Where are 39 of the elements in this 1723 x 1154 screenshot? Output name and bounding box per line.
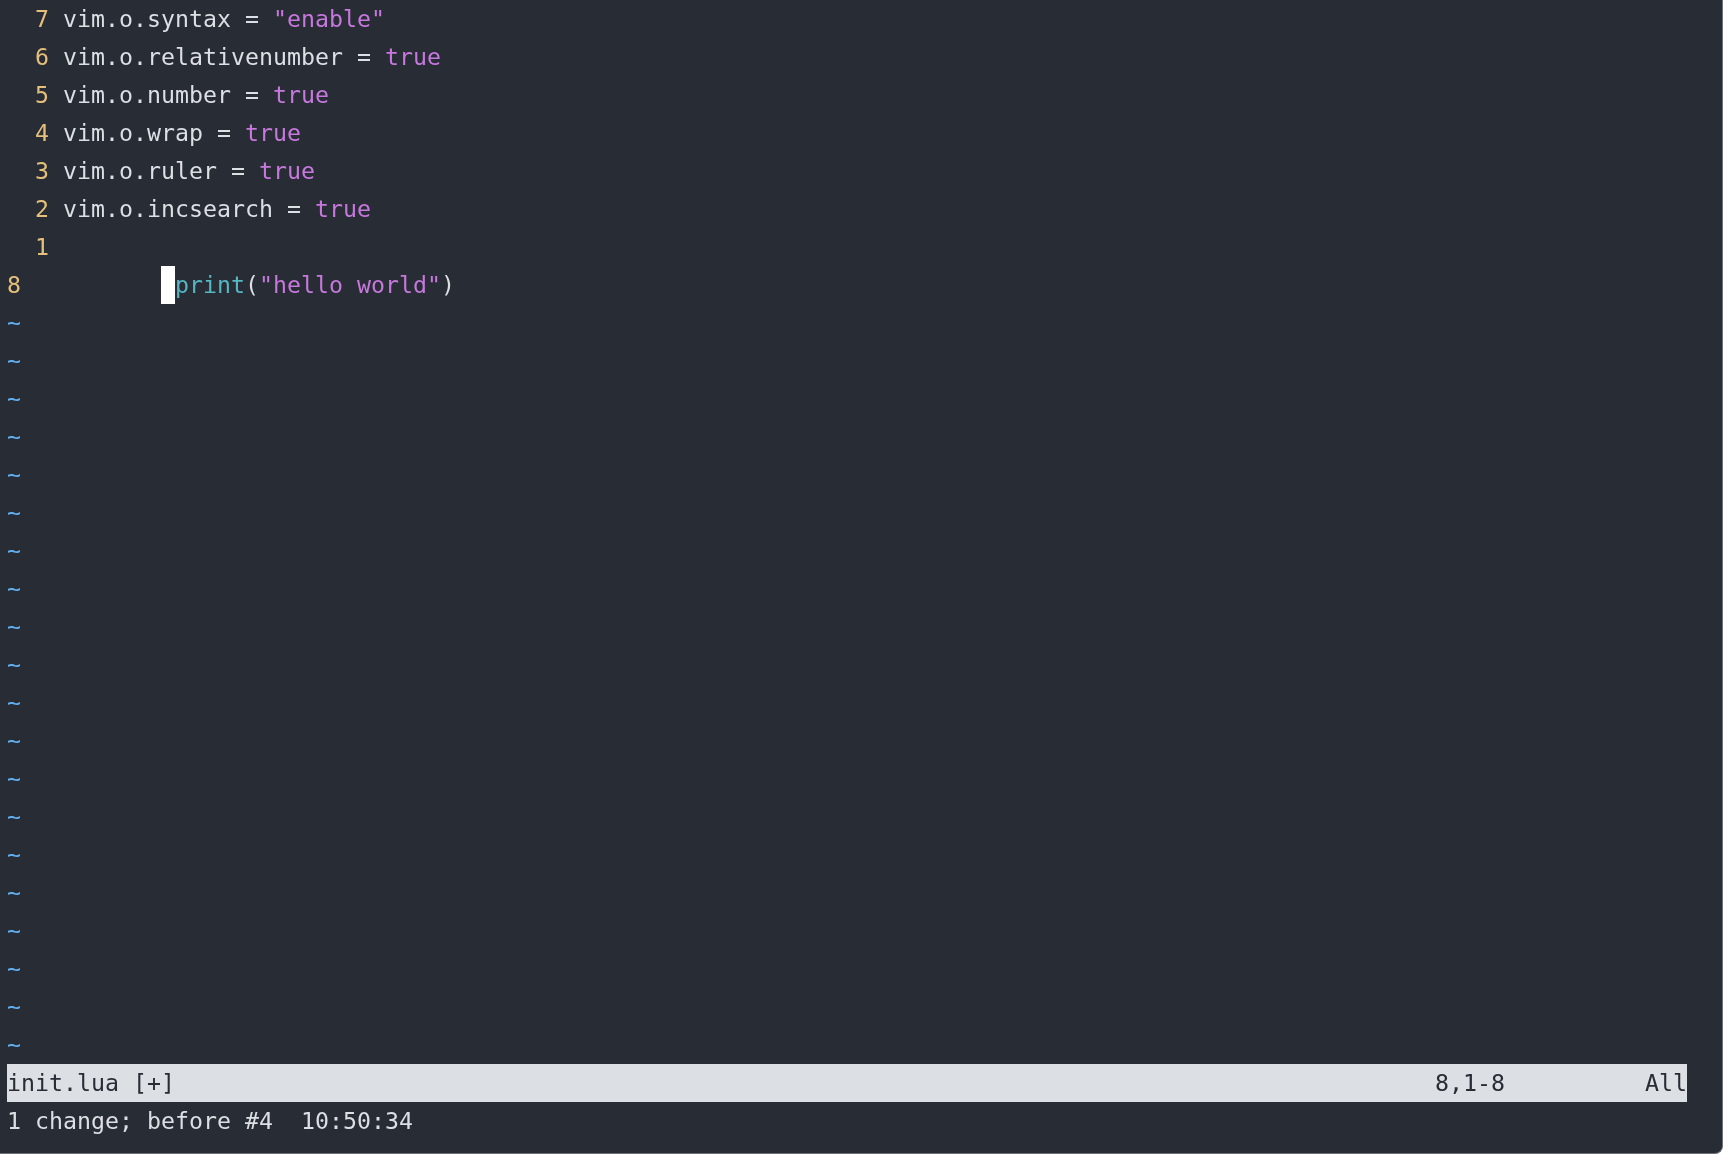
empty-line-tilde: ~ — [7, 536, 21, 566]
empty-line-tilde: ~ — [7, 764, 21, 794]
cursor-position: 8,1-8 — [1435, 1068, 1505, 1098]
empty-line-tilde: ~ — [7, 346, 21, 376]
empty-line-tilde: ~ — [7, 498, 21, 528]
empty-line-tilde: ~ — [7, 954, 21, 984]
empty-line-tilde: ~ — [7, 688, 21, 718]
empty-line-tilde: ~ — [7, 1030, 21, 1060]
line-number: 8 — [7, 270, 21, 300]
code-line: vim.o.relativenumber = true — [63, 42, 441, 72]
empty-line-tilde: ~ — [7, 422, 21, 452]
code-line: vim.o.number = true — [63, 80, 329, 110]
empty-line-tilde: ~ — [7, 840, 21, 870]
file-name: init.lua [+] — [7, 1068, 175, 1098]
empty-line-tilde: ~ — [7, 992, 21, 1022]
empty-line-tilde: ~ — [7, 650, 21, 680]
line-number: 2 — [35, 194, 49, 224]
code-line: vim.o.ruler = true — [63, 156, 315, 186]
code-line: vim.o.wrap = true — [63, 118, 301, 148]
code-line: vim.o.syntax = "enable" — [63, 4, 385, 34]
line-number: 6 — [35, 42, 49, 72]
empty-line-tilde: ~ — [7, 726, 21, 756]
line-number: 5 — [35, 80, 49, 110]
line-number: 1 — [35, 232, 49, 262]
scroll-position: All — [1645, 1068, 1687, 1098]
empty-line-tilde: ~ — [7, 384, 21, 414]
line-number: 7 — [35, 4, 49, 34]
empty-line-tilde: ~ — [7, 802, 21, 832]
message-text: 1 change; before #4 10:50:34 — [7, 1106, 413, 1136]
empty-line-tilde: ~ — [7, 878, 21, 908]
line-number: 4 — [35, 118, 49, 148]
empty-line-tilde: ~ — [7, 574, 21, 604]
empty-line-tilde: ~ — [7, 916, 21, 946]
empty-line-tilde: ~ — [7, 460, 21, 490]
empty-line-tilde: ~ — [7, 612, 21, 642]
code-line: vim.o.incsearch = true — [63, 194, 371, 224]
empty-line-tilde: ~ — [7, 308, 21, 338]
code-line: print("hello world") — [175, 270, 455, 300]
line-number: 3 — [35, 156, 49, 186]
